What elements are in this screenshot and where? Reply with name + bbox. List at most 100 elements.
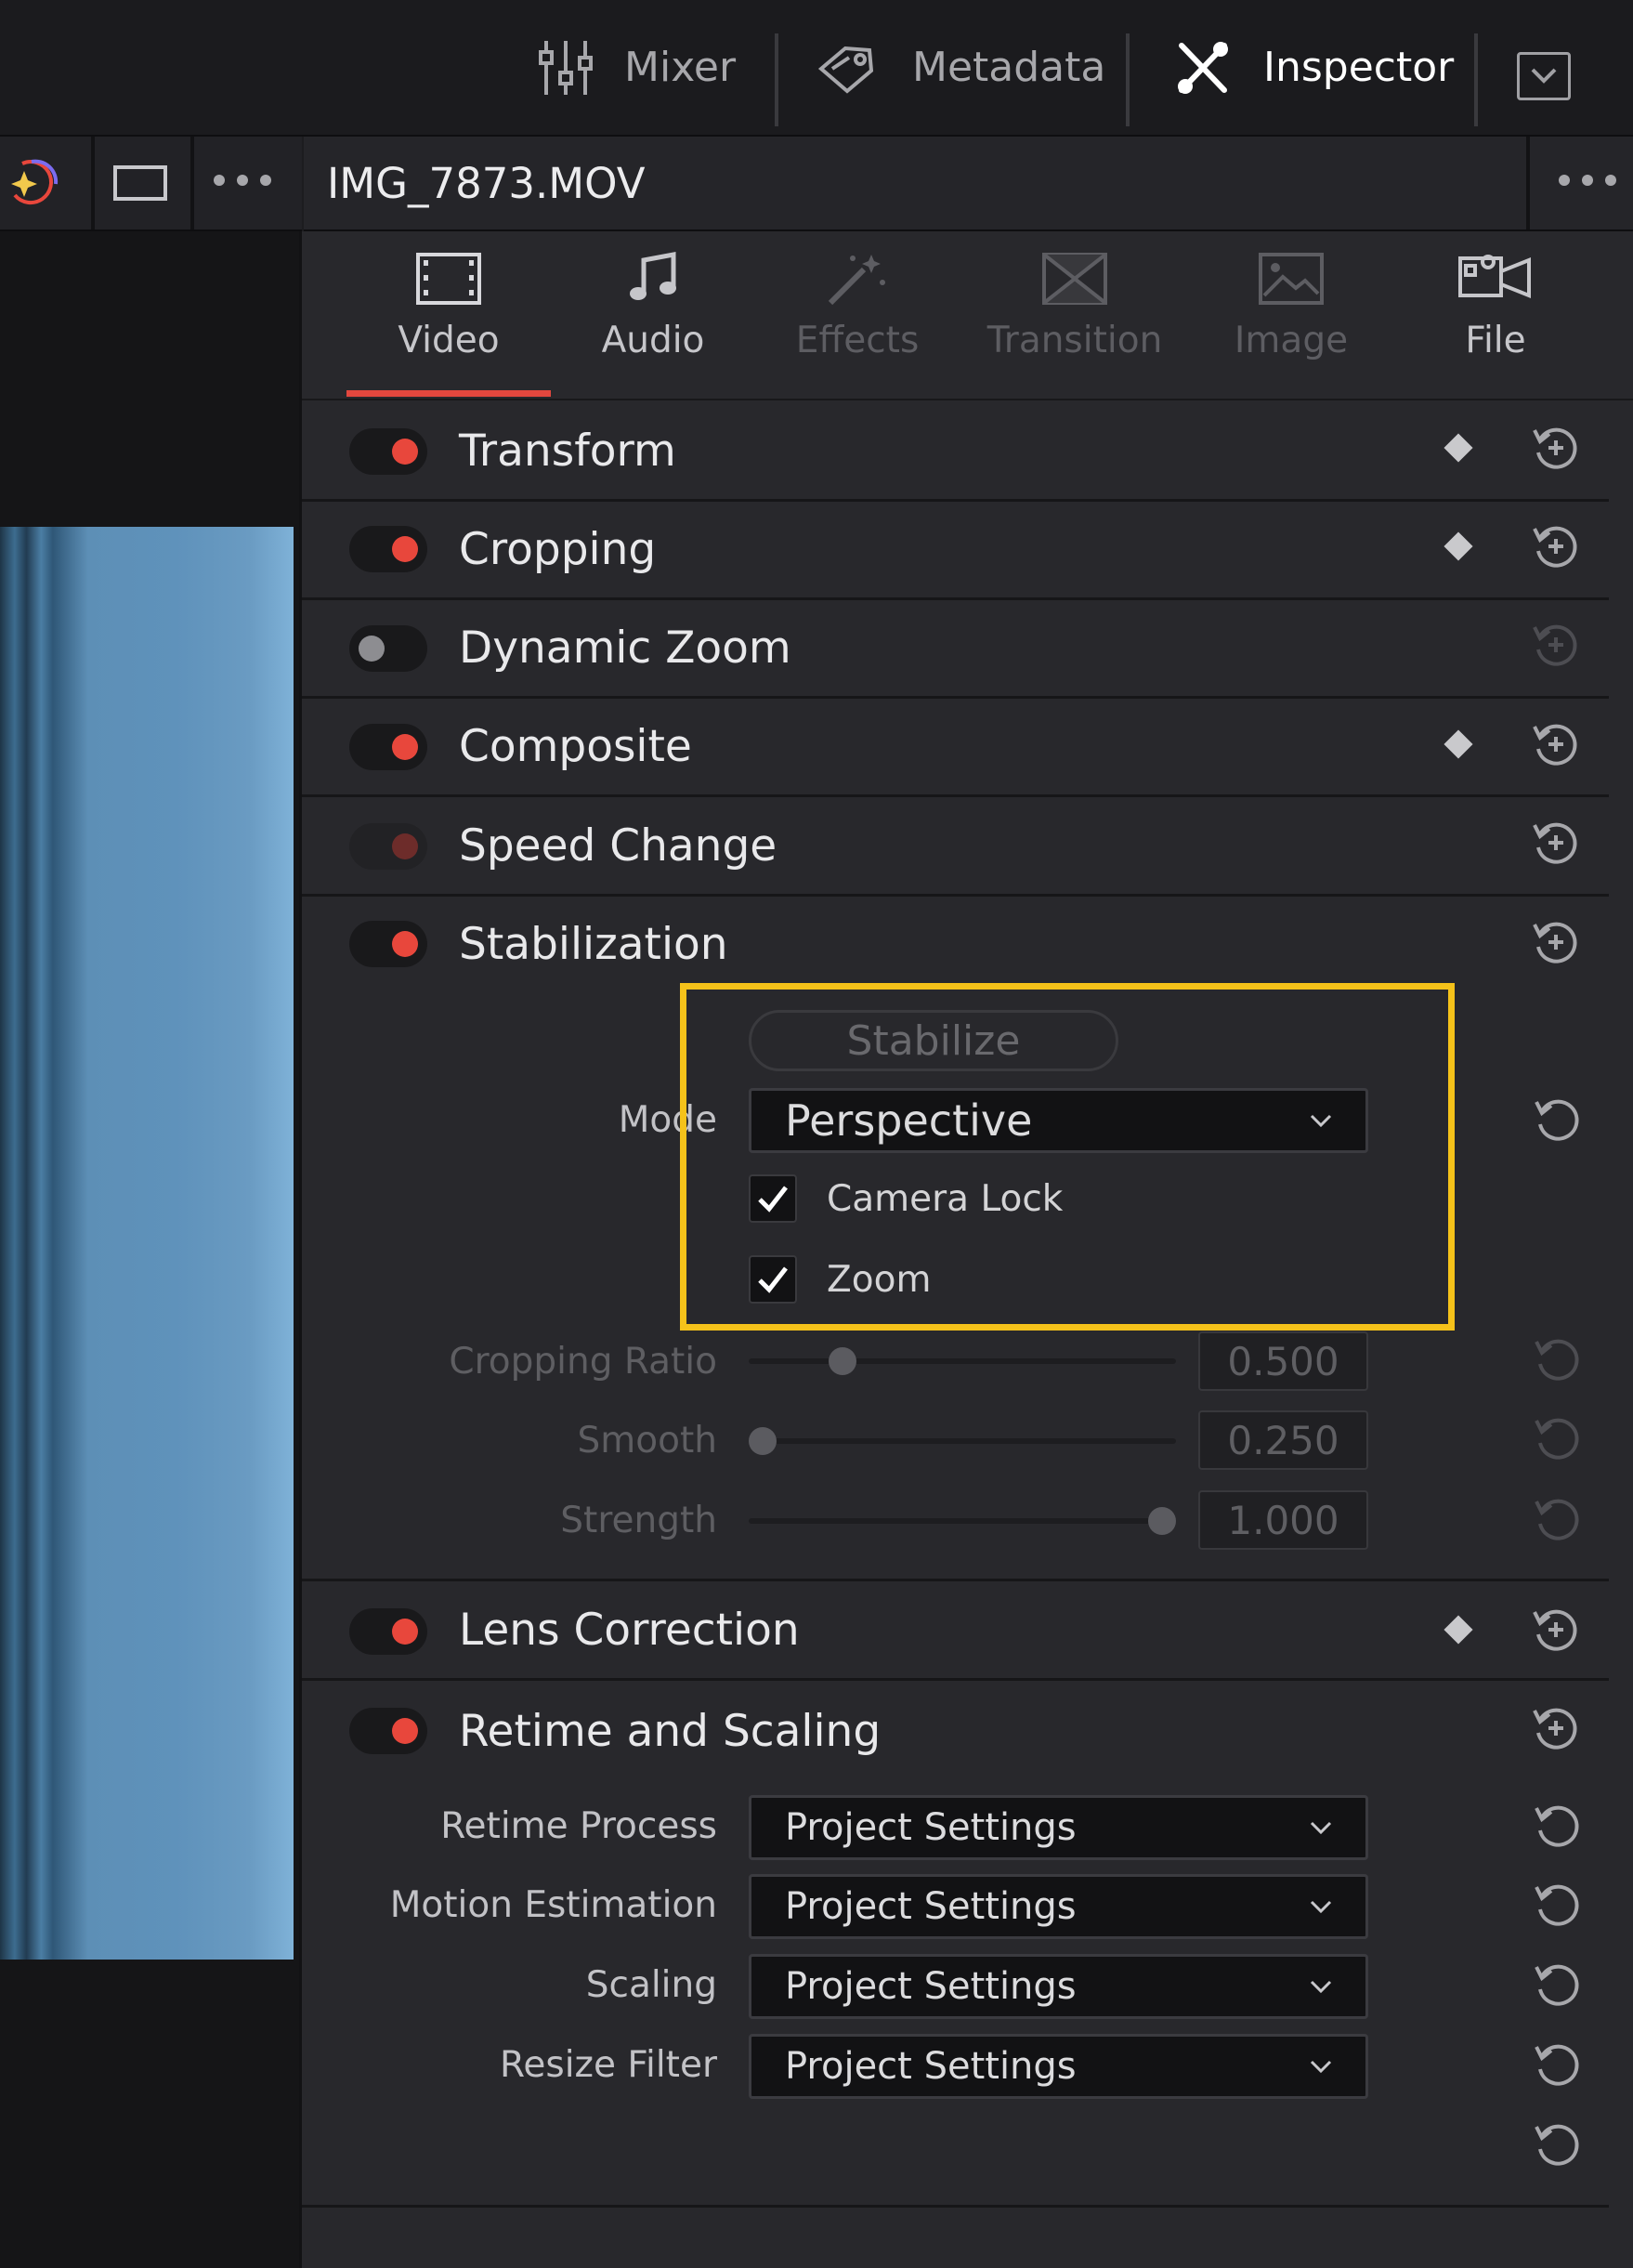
toolbar-divider	[775, 33, 778, 126]
metadata-button[interactable]: Metadata	[817, 0, 1105, 135]
magic-wand-icon	[828, 255, 885, 306]
dynamic-zoom-toggle[interactable]	[349, 625, 427, 672]
dropdown-value: Project Settings	[785, 1885, 1077, 1928]
reset-keyframe-icon[interactable]	[1531, 818, 1581, 868]
scaling-dropdown[interactable]: Project Settings	[749, 1954, 1368, 2019]
mixer-label: Mixer	[624, 44, 737, 91]
active-tab-indicator	[346, 390, 551, 397]
tab-label: Image	[1234, 320, 1349, 361]
section-divider	[302, 2205, 1609, 2208]
tab-file[interactable]: File	[1393, 251, 1598, 381]
divider	[190, 137, 194, 229]
section-title: Transform	[459, 425, 676, 477]
highlight-box	[680, 983, 1455, 1331]
chevron-down-icon	[1531, 68, 1557, 84]
toolbar-divider	[1474, 33, 1478, 126]
smart-reframe-icon[interactable]	[4, 154, 65, 212]
reset-icon[interactable]	[1533, 1494, 1583, 1544]
viewer-more-icon[interactable]	[212, 173, 273, 191]
metadata-label: Metadata	[912, 44, 1106, 91]
tab-effects[interactable]: Effects	[755, 251, 960, 381]
strength-field[interactable]: 1.000	[1198, 1490, 1368, 1550]
section-title: Composite	[459, 720, 692, 772]
reset-keyframe-icon[interactable]	[1531, 620, 1581, 670]
reset-icon[interactable]	[1533, 1960, 1583, 2010]
mixer-button[interactable]: Mixer	[539, 0, 736, 135]
slider-handle[interactable]	[829, 1347, 856, 1375]
section-title: Dynamic Zoom	[459, 622, 791, 674]
composite-toggle[interactable]	[349, 724, 427, 770]
video-preview	[0, 527, 294, 1960]
strength-slider[interactable]	[749, 1518, 1176, 1524]
tabs-divider	[302, 399, 1633, 400]
cropping-ratio-field[interactable]: 0.500	[1198, 1331, 1368, 1391]
tab-label: File	[1465, 320, 1526, 361]
reset-icon[interactable]	[1533, 1880, 1583, 1930]
cropping-toggle[interactable]	[349, 526, 427, 572]
retime-process-dropdown[interactable]: Project Settings	[749, 1795, 1368, 1860]
reset-keyframe-icon[interactable]	[1531, 917, 1581, 967]
retime-process-label: Retime Process	[440, 1805, 717, 1847]
motion-estimation-dropdown[interactable]: Project Settings	[749, 1874, 1368, 1939]
smooth-field[interactable]: 0.250	[1198, 1410, 1368, 1470]
scaling-label: Scaling	[585, 1964, 717, 2006]
chevron-down-icon	[1310, 1821, 1332, 1835]
tab-label: Audio	[601, 320, 705, 361]
reset-icon[interactable]	[1533, 2119, 1583, 2170]
tab-label: Video	[398, 320, 500, 361]
reset-icon[interactable]	[1533, 2039, 1583, 2090]
tab-video[interactable]: Video	[346, 251, 551, 381]
slider-handle[interactable]	[1148, 1507, 1176, 1535]
section-title: Speed Change	[459, 819, 777, 872]
inspector-label: Inspector	[1263, 44, 1455, 91]
inspector-button[interactable]: Inspector	[1174, 0, 1454, 135]
workspace-menu-button[interactable]	[1517, 52, 1571, 100]
clip-title: IMG_7873.MOV	[327, 158, 646, 208]
strength-label: Strength	[560, 1500, 717, 1541]
divider	[91, 137, 95, 229]
section-title: Lens Correction	[459, 1604, 800, 1656]
divider	[1526, 137, 1530, 229]
reset-keyframe-icon[interactable]	[1531, 719, 1581, 769]
tab-image[interactable]: Image	[1189, 251, 1393, 381]
retime-scaling-toggle[interactable]	[349, 1708, 427, 1754]
reset-icon[interactable]	[1533, 1095, 1583, 1145]
resize-filter-dropdown[interactable]: Project Settings	[749, 2034, 1368, 2099]
chevron-down-icon	[1310, 2060, 1332, 2074]
tab-label: Effects	[795, 320, 920, 361]
smooth-slider[interactable]	[749, 1438, 1176, 1444]
dropdown-value: Project Settings	[785, 2045, 1077, 2088]
dropdown-value: Project Settings	[785, 1965, 1077, 2008]
mixer-icon	[539, 40, 593, 95]
image-icon	[1259, 253, 1324, 305]
reset-keyframe-icon[interactable]	[1531, 423, 1581, 473]
section-title: Stabilization	[459, 918, 728, 970]
transition-icon	[1042, 253, 1107, 305]
stabilization-toggle[interactable]	[349, 921, 427, 967]
tab-transition[interactable]: Transition	[972, 251, 1178, 381]
viewer-size-icon[interactable]	[113, 165, 167, 201]
film-icon	[416, 253, 481, 305]
lens-correction-toggle[interactable]	[349, 1608, 427, 1655]
cropping-ratio-slider[interactable]	[749, 1358, 1176, 1364]
reset-icon[interactable]	[1533, 1413, 1583, 1463]
slider-handle[interactable]	[749, 1427, 777, 1455]
music-note-icon	[630, 251, 676, 300]
toolbar-divider	[1126, 33, 1130, 126]
chevron-down-icon	[1310, 1900, 1332, 1914]
reset-icon[interactable]	[1533, 1334, 1583, 1384]
reset-keyframe-icon[interactable]	[1531, 1703, 1581, 1753]
reset-keyframe-icon[interactable]	[1531, 1605, 1581, 1655]
section-title: Retime and Scaling	[459, 1705, 882, 1757]
cropping-ratio-label: Cropping Ratio	[449, 1341, 717, 1383]
reset-icon[interactable]	[1533, 1801, 1583, 1851]
motion-estimation-label: Motion Estimation	[389, 1884, 717, 1926]
transform-toggle[interactable]	[349, 428, 427, 475]
tab-audio[interactable]: Audio	[551, 251, 755, 381]
inspector-more-icon[interactable]	[1557, 173, 1618, 191]
camera-file-icon	[1458, 255, 1531, 298]
dropdown-value: Project Settings	[785, 1806, 1077, 1849]
speed-change-toggle[interactable]	[349, 823, 427, 870]
metadata-tag-icon	[817, 46, 874, 94]
reset-keyframe-icon[interactable]	[1531, 521, 1581, 571]
